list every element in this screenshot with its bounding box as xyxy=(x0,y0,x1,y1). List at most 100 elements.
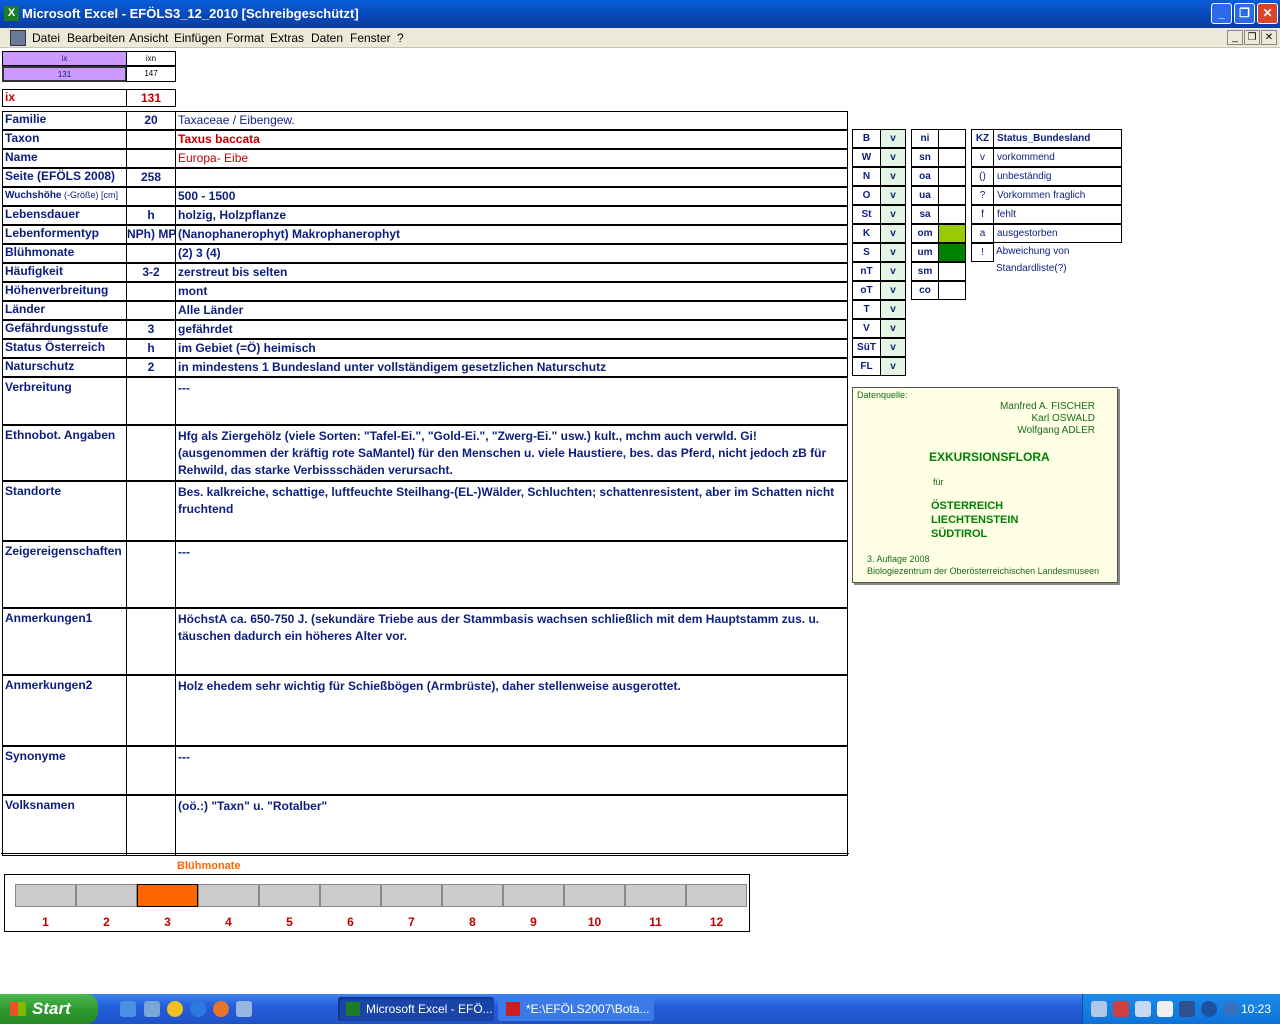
month-bar-4[interactable] xyxy=(198,884,259,907)
row-code[interactable] xyxy=(126,130,176,149)
row-label[interactable]: Taxon xyxy=(2,130,127,149)
row-label[interactable]: Gefährdungsstufe xyxy=(2,320,127,339)
big-row-value[interactable]: --- xyxy=(175,541,848,608)
region-key[interactable]: St xyxy=(852,205,881,224)
region-status[interactable]: v xyxy=(880,300,906,319)
big-row-code[interactable] xyxy=(126,746,176,795)
region-key[interactable]: K xyxy=(852,224,881,243)
big-row-value[interactable]: Bes. kalkreiche, schattige, luftfeuchte … xyxy=(175,481,848,541)
menu-format[interactable]: Format xyxy=(226,31,264,45)
zone-fill[interactable] xyxy=(938,262,966,281)
region-status[interactable]: v xyxy=(880,262,906,281)
big-row-label[interactable]: Anmerkungen1 xyxy=(2,608,127,675)
month-bar-7[interactable] xyxy=(381,884,442,907)
big-row-label[interactable]: Synonyme xyxy=(2,746,127,795)
taskbar-excel[interactable]: Microsoft Excel - EFÖ... xyxy=(338,997,494,1021)
region-status[interactable]: v xyxy=(880,357,906,376)
big-row-value[interactable]: (oö.:) "Taxn" u. "Rotalber" xyxy=(175,795,848,856)
region-status[interactable]: v xyxy=(880,319,906,338)
big-row-value[interactable]: Holz ehedem sehr wichtig für Schießbögen… xyxy=(175,675,848,746)
region-key[interactable]: W xyxy=(852,148,881,167)
region-key[interactable]: N xyxy=(852,167,881,186)
big-row-code[interactable] xyxy=(126,795,176,856)
row-label[interactable]: Höhenverbreitung xyxy=(2,282,127,301)
month-bar-12[interactable] xyxy=(686,884,747,907)
quicklaunch-ie-icon[interactable] xyxy=(190,1001,206,1017)
row-code[interactable] xyxy=(126,244,176,263)
shield-icon[interactable] xyxy=(1179,1001,1195,1017)
region-key[interactable]: FL xyxy=(852,357,881,376)
row-code[interactable]: h xyxy=(126,339,176,358)
volume-icon[interactable] xyxy=(1157,1001,1173,1017)
region-status[interactable]: v xyxy=(880,205,906,224)
row-label[interactable]: Länder xyxy=(2,301,127,320)
quicklaunch-mail-icon[interactable] xyxy=(236,1001,252,1017)
row-value[interactable]: mont xyxy=(175,282,848,301)
row-value[interactable]: in mindestens 1 Bundesland unter vollstä… xyxy=(175,358,848,377)
zone-fill[interactable] xyxy=(938,148,966,167)
big-row-label[interactable]: Zeigereigenschaften xyxy=(2,541,127,608)
ix-big-cell[interactable]: 131 xyxy=(126,89,176,107)
row-value[interactable]: holzig, Holzpflanze xyxy=(175,206,848,225)
month-bar-6[interactable] xyxy=(320,884,381,907)
big-row-label[interactable]: Verbreitung xyxy=(2,377,127,425)
zone-key[interactable]: co xyxy=(911,281,939,300)
region-status[interactable]: v xyxy=(880,224,906,243)
quicklaunch-firefox-icon[interactable] xyxy=(213,1001,229,1017)
start-button[interactable]: Start xyxy=(0,994,98,1024)
info-icon[interactable] xyxy=(1201,1001,1217,1017)
big-row-label[interactable]: Standorte xyxy=(2,481,127,541)
ixn-value-cell[interactable]: 147 xyxy=(126,66,176,82)
row-label[interactable]: Blühmonate xyxy=(2,244,127,263)
row-value[interactable]: (2) 3 (4) xyxy=(175,244,848,263)
zone-key[interactable]: sm xyxy=(911,262,939,281)
region-status[interactable]: v xyxy=(880,186,906,205)
menu-einfuegen[interactable]: Einfügen xyxy=(174,31,221,45)
doc-minimize-icon[interactable]: _ xyxy=(1227,30,1243,45)
zone-key[interactable]: sa xyxy=(911,205,939,224)
row-code[interactable]: 20 xyxy=(126,111,176,130)
region-status[interactable]: v xyxy=(880,243,906,262)
big-row-code[interactable] xyxy=(126,425,176,481)
big-row-label[interactable]: Anmerkungen2 xyxy=(2,675,127,746)
row-label[interactable]: Name xyxy=(2,149,127,168)
maximize-button[interactable]: ❐ xyxy=(1234,3,1255,24)
zone-key[interactable]: um xyxy=(911,243,939,262)
row-label[interactable]: Lebensdauer xyxy=(2,206,127,225)
worksheet[interactable]: ix ixn 131 147 ix 131 Familie 20 Taxaceae … xyxy=(0,49,1280,990)
zone-fill[interactable] xyxy=(938,205,966,224)
row-label[interactable]: Häufigkeit xyxy=(2,263,127,282)
region-key[interactable]: nT xyxy=(852,262,881,281)
menu-fenster[interactable]: Fenster xyxy=(350,31,391,45)
big-row-code[interactable] xyxy=(126,608,176,675)
row-code[interactable]: 258 xyxy=(126,168,176,187)
region-status[interactable]: v xyxy=(880,281,906,300)
search-tray-icon[interactable] xyxy=(1135,1001,1151,1017)
row-code[interactable]: 3 xyxy=(126,320,176,339)
ix-value-cell[interactable]: 131 xyxy=(2,66,127,82)
row-value[interactable]: 500 - 1500 xyxy=(175,187,848,206)
menu-extras[interactable]: Extras xyxy=(270,31,304,45)
zone-fill[interactable] xyxy=(938,186,966,205)
month-bar-3[interactable] xyxy=(137,884,198,907)
big-row-value[interactable]: --- xyxy=(175,377,848,425)
big-row-value[interactable]: Hfg als Ziergehölz (viele Sorten: "Tafel… xyxy=(175,425,848,481)
month-bar-8[interactable] xyxy=(442,884,503,907)
row-label[interactable]: Naturschutz xyxy=(2,358,127,377)
row-value[interactable]: Taxus baccata xyxy=(175,130,848,149)
region-status[interactable]: v xyxy=(880,148,906,167)
zone-fill[interactable] xyxy=(938,243,966,262)
region-key[interactable]: oT xyxy=(852,281,881,300)
row-value[interactable]: Europa- Eibe xyxy=(175,149,848,168)
network-icon[interactable] xyxy=(1091,1001,1107,1017)
big-row-code[interactable] xyxy=(126,377,176,425)
row-code[interactable]: 2 xyxy=(126,358,176,377)
row-value[interactable] xyxy=(175,168,848,187)
antivirus-icon[interactable] xyxy=(1223,1001,1239,1017)
menu-bearbeiten[interactable]: Bearbeiten xyxy=(67,31,125,45)
month-bar-9[interactable] xyxy=(503,884,564,907)
row-code[interactable] xyxy=(126,301,176,320)
month-bar-11[interactable] xyxy=(625,884,686,907)
big-row-value[interactable]: HöchstA ca. 650-750 J. (sekundäre Triebe… xyxy=(175,608,848,675)
zone-key[interactable]: sn xyxy=(911,148,939,167)
